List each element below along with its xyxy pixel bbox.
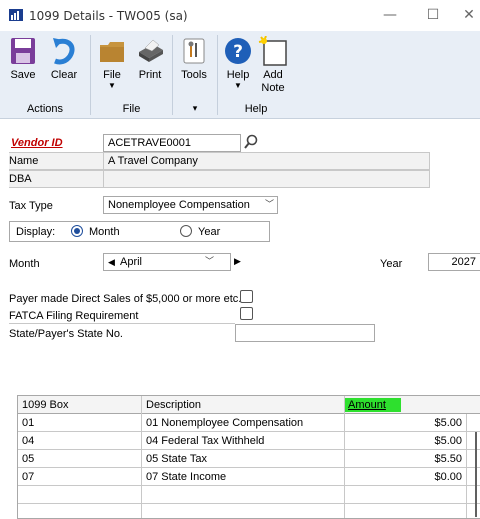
tools-button[interactable]: Tools (177, 36, 211, 82)
fatca-label: FATCA Filing Requirement (9, 310, 139, 322)
row-description-empty (142, 486, 345, 504)
col-header-description[interactable]: Description (142, 396, 345, 414)
add-note-button[interactable]: Add Note (256, 35, 290, 95)
dba-label: DBA (9, 173, 32, 185)
col-header-amount: Amount (345, 398, 401, 412)
col-header-box[interactable]: 1099 Box (18, 396, 142, 414)
row-amount[interactable]: $5.50 (345, 450, 467, 468)
ribbon-toolbar: Save Clear File ▼ Print Tools ? Help ▼ A… (0, 31, 480, 119)
row-amount[interactable]: $5.00 (345, 414, 467, 432)
add-note-label-2: Note (261, 82, 285, 94)
display-label: Display: (16, 226, 56, 238)
dba-field (103, 170, 430, 188)
row-description-empty (142, 504, 345, 518)
clear-button[interactable]: Clear (46, 36, 82, 82)
file-dropdown-arrow: ▼ (108, 81, 116, 90)
printer-icon (139, 39, 163, 62)
row-amount[interactable]: $0.00 (345, 468, 467, 486)
month-prev-icon[interactable]: ◀ (108, 256, 115, 268)
display-month-radio[interactable] (71, 225, 83, 237)
year-label: Year (380, 258, 403, 270)
divider (9, 323, 235, 324)
payer-direct-sales-checkbox[interactable] (240, 290, 253, 303)
note-icon (258, 35, 287, 66)
month-select[interactable]: ◀ April ﹀ (103, 253, 231, 271)
row-amount[interactable]: $5.00 (345, 432, 467, 450)
minimize-button[interactable]: — (375, 4, 405, 26)
tools-label: Tools (181, 69, 207, 81)
col-header-amount-cell[interactable]: Amount (345, 396, 480, 414)
row-description: 07 State Income (142, 468, 345, 486)
row-amount-empty (345, 504, 467, 518)
group-label-help: Help (244, 103, 268, 115)
group-label-tools-arrow[interactable]: ▾ (173, 103, 217, 114)
year-field[interactable]: 2027 (428, 253, 480, 271)
print-label: Print (138, 69, 162, 81)
lookup-magnifier-icon[interactable] (243, 134, 259, 150)
name-label: Name (9, 155, 39, 167)
tools-icon (183, 38, 205, 64)
box-amount-grid: 1099 Box Description Amount 01 01 Nonemp… (17, 395, 480, 519)
row-box-empty (18, 486, 142, 504)
svg-text:?: ? (233, 42, 243, 62)
window-title: 1099 Details - TWO05 (sa) (29, 9, 188, 23)
display-year-radio[interactable] (180, 225, 192, 237)
file-button[interactable]: File ▼ (97, 36, 127, 90)
row-box: 07 (18, 468, 142, 486)
month-label: Month (9, 258, 40, 270)
row-description: 01 Nonemployee Compensation (142, 414, 345, 432)
group-label-actions: Actions (26, 103, 64, 115)
folder-icon (100, 42, 124, 62)
save-label: Save (10, 69, 36, 81)
month-next-icon[interactable]: ▶ (234, 256, 241, 267)
payer-direct-sales-label: Payer made Direct Sales of $5,000 or mor… (9, 293, 242, 305)
table-row-empty[interactable] (18, 486, 480, 504)
state-payer-label: State/Payer's State No. (9, 328, 123, 340)
table-row[interactable]: 05 05 State Tax $5.50 (18, 450, 480, 468)
row-box: 01 (18, 414, 142, 432)
row-box: 05 (18, 450, 142, 468)
maximize-button[interactable]: ☐ (418, 4, 448, 26)
tax-type-value: Nonemployee Compensation (108, 199, 250, 211)
table-row-empty[interactable] (18, 504, 480, 518)
grid-scrollbar[interactable] (475, 432, 477, 517)
undo-arrow-icon (53, 38, 75, 65)
help-button[interactable]: ? Help ▼ (222, 36, 254, 90)
row-amount-empty (345, 486, 467, 504)
chevron-down-icon: ﹀ (264, 199, 274, 209)
name-field: A Travel Company (103, 152, 430, 170)
table-row[interactable]: 04 04 Federal Tax Withheld $5.00 (18, 432, 480, 450)
display-month-label: Month (89, 226, 120, 238)
clear-label: Clear (50, 69, 78, 81)
help-icon: ? (225, 38, 251, 64)
grid-header: 1099 Box Description Amount (18, 396, 480, 414)
fatca-checkbox[interactable] (240, 307, 253, 320)
vendor-id-label[interactable]: Vendor ID (11, 137, 63, 149)
display-year-label: Year (198, 226, 221, 238)
month-value: April (120, 256, 143, 268)
state-payer-field[interactable] (235, 324, 375, 342)
save-button[interactable]: Save (8, 36, 38, 82)
save-icon (11, 38, 35, 64)
vendor-id-field[interactable]: ACETRAVE0001 (103, 134, 241, 152)
add-note-label-1: Add (263, 69, 283, 81)
help-dropdown-arrow: ▼ (234, 81, 242, 90)
chevron-down-icon: ﹀ (204, 256, 214, 266)
title-bar: 1099 Details - TWO05 (sa) — ☐ ✕ (0, 0, 480, 31)
group-label-file: File (122, 103, 141, 115)
close-button[interactable]: ✕ (458, 4, 480, 26)
row-description: 04 Federal Tax Withheld (142, 432, 345, 450)
app-icon (9, 9, 23, 21)
row-box-empty (18, 504, 142, 518)
table-row[interactable]: 01 01 Nonemployee Compensation $5.00 (18, 414, 480, 432)
tax-type-select[interactable]: Nonemployee Compensation ﹀ (103, 196, 278, 214)
row-box: 04 (18, 432, 142, 450)
table-row[interactable]: 07 07 State Income $0.00 (18, 468, 480, 486)
tax-type-label: Tax Type (9, 200, 53, 212)
row-description: 05 State Tax (142, 450, 345, 468)
print-button[interactable]: Print (133, 36, 167, 82)
